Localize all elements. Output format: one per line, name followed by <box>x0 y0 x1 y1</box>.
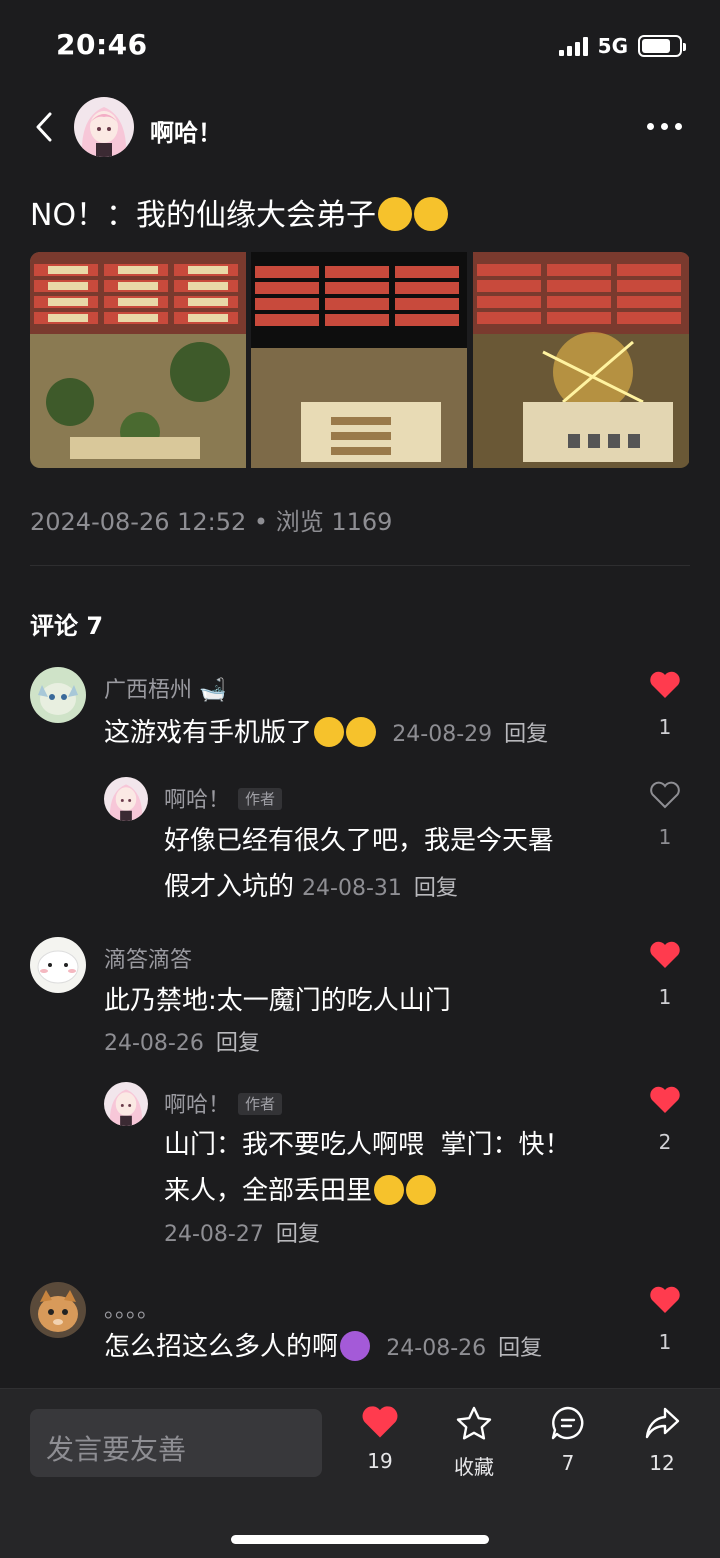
like-count: 1 <box>658 715 672 739</box>
like-count: 2 <box>658 1130 672 1154</box>
laughing-emoji-icon <box>378 197 413 231</box>
like-count: 19 <box>367 1449 393 1473</box>
comment-count: 7 <box>561 1451 575 1475</box>
avatar[interactable] <box>104 1082 148 1126</box>
heart-outline-icon <box>650 781 680 809</box>
avatar[interactable] <box>30 937 86 993</box>
comment-date: 24-08-26 <box>386 1336 487 1361</box>
pouting-face-emoji-icon <box>340 1331 371 1361</box>
comment-like[interactable]: 1 <box>645 671 685 739</box>
more-options-button[interactable] <box>647 123 682 130</box>
comment-author[interactable]: 啊哈！ 作者 <box>164 1087 283 1119</box>
status-time: 20:46 <box>56 28 148 61</box>
grinning-emoji-icon <box>374 1175 405 1205</box>
post-image-1[interactable] <box>30 252 247 468</box>
reply-button[interactable]: 回复 <box>414 876 458 901</box>
comment-text: 怎么招这么多人的啊 24-08-26 回复 <box>104 1331 543 1362</box>
comment-like[interactable]: 1 <box>645 941 685 1009</box>
comment-author[interactable]: 。。。。 <box>104 1292 159 1324</box>
heart-filled-icon <box>650 1086 680 1113</box>
comment-text: 好像已经有很久了吧，我是今天暑 假才入坑的 24-08-31 回复 <box>164 826 555 902</box>
star-icon <box>456 1406 492 1440</box>
avatar[interactable] <box>30 1282 86 1338</box>
comment-bubble-icon <box>551 1406 584 1440</box>
comment-text: 这游戏有手机版了 24-08-29 回复 <box>104 717 549 748</box>
post-views: 浏览 1169 <box>275 508 393 536</box>
comment-like[interactable]: 2 <box>645 1086 685 1154</box>
signal-icon <box>558 36 588 56</box>
author-name[interactable]: 啊哈！ <box>150 113 222 148</box>
home-indicator[interactable] <box>231 1535 489 1544</box>
share-arrow-icon <box>645 1407 680 1439</box>
comment-text: 山门：我不要吃人啊喂 掌门：快！ 来人，全部丢田里 <box>164 1130 571 1206</box>
network-type: 5G <box>597 34 628 58</box>
laughing-emoji-icon <box>414 197 449 231</box>
post-image-3[interactable] <box>472 252 690 468</box>
heart-filled-icon <box>650 941 680 968</box>
favorite-button[interactable]: 收藏 <box>434 1405 514 1480</box>
comment-like[interactable]: 1 <box>645 1286 685 1354</box>
comment-date: 24-08-27 <box>164 1222 264 1247</box>
post-image-2[interactable] <box>251 252 468 468</box>
back-button[interactable] <box>30 109 60 145</box>
comments-title: 评论 7 <box>30 612 104 640</box>
like-count: 1 <box>658 1330 672 1354</box>
comment-author[interactable]: 滴答滴答 <box>104 942 192 974</box>
post-title: NO！：我的仙缘大会弟子 <box>30 190 449 234</box>
comment-text: 此乃禁地:太一魔门的吃人山门 <box>104 986 451 1016</box>
heart-filled-icon <box>650 1286 680 1313</box>
comment-author[interactable]: 广西梧州 🛁 <box>104 672 226 704</box>
bottom-action-bar: 发言要友善 19 收藏 7 12 <box>0 1388 720 1558</box>
comment-date: 24-08-29 <box>392 722 493 747</box>
post-meta: 2024-08-26 12:52 • 浏览 1169 <box>30 508 393 536</box>
grinning-emoji-icon <box>406 1175 437 1205</box>
rolling-eyes-emoji-icon <box>346 717 377 747</box>
reply-button[interactable]: 回复 <box>504 722 548 747</box>
author-badge: 作者 <box>238 788 283 810</box>
reply-button[interactable]: 回复 <box>498 1336 542 1361</box>
chevron-left-icon <box>36 112 52 142</box>
bathtub-emoji-icon: 🛁 <box>192 678 227 703</box>
comment-date: 24-08-26 <box>104 1031 204 1056</box>
comment-like[interactable]: 1 <box>645 781 685 849</box>
nav-bar: 啊哈！ <box>0 95 720 159</box>
like-button[interactable]: 19 <box>340 1405 420 1473</box>
avatar[interactable] <box>104 777 148 821</box>
share-count: 12 <box>649 1451 675 1475</box>
post-date: 2024-08-26 12:52 <box>30 508 247 536</box>
reply-button[interactable]: 回复 <box>216 1031 260 1056</box>
comment-author[interactable]: 啊哈！ 作者 <box>164 782 283 814</box>
post-image-gallery <box>30 252 690 468</box>
battery-icon <box>638 35 686 57</box>
comment-button[interactable]: 7 <box>528 1405 608 1475</box>
heart-filled-icon <box>650 671 680 698</box>
comment-date: 24-08-31 <box>302 876 402 901</box>
author-badge: 作者 <box>238 1093 283 1115</box>
status-bar: 20:46 5G <box>0 0 720 90</box>
divider <box>30 565 690 566</box>
tears-of-joy-emoji-icon <box>314 717 345 747</box>
reply-button[interactable]: 回复 <box>276 1222 320 1247</box>
comment-input[interactable]: 发言要友善 <box>30 1409 322 1477</box>
like-count: 1 <box>658 985 672 1009</box>
share-button[interactable]: 12 <box>622 1405 702 1475</box>
like-count: 1 <box>658 825 672 849</box>
avatar[interactable] <box>30 667 86 723</box>
author-avatar[interactable] <box>74 97 134 157</box>
comment-input-placeholder: 发言要友善 <box>46 1433 187 1466</box>
favorite-label: 收藏 <box>454 1455 494 1479</box>
heart-filled-icon <box>362 1406 398 1438</box>
